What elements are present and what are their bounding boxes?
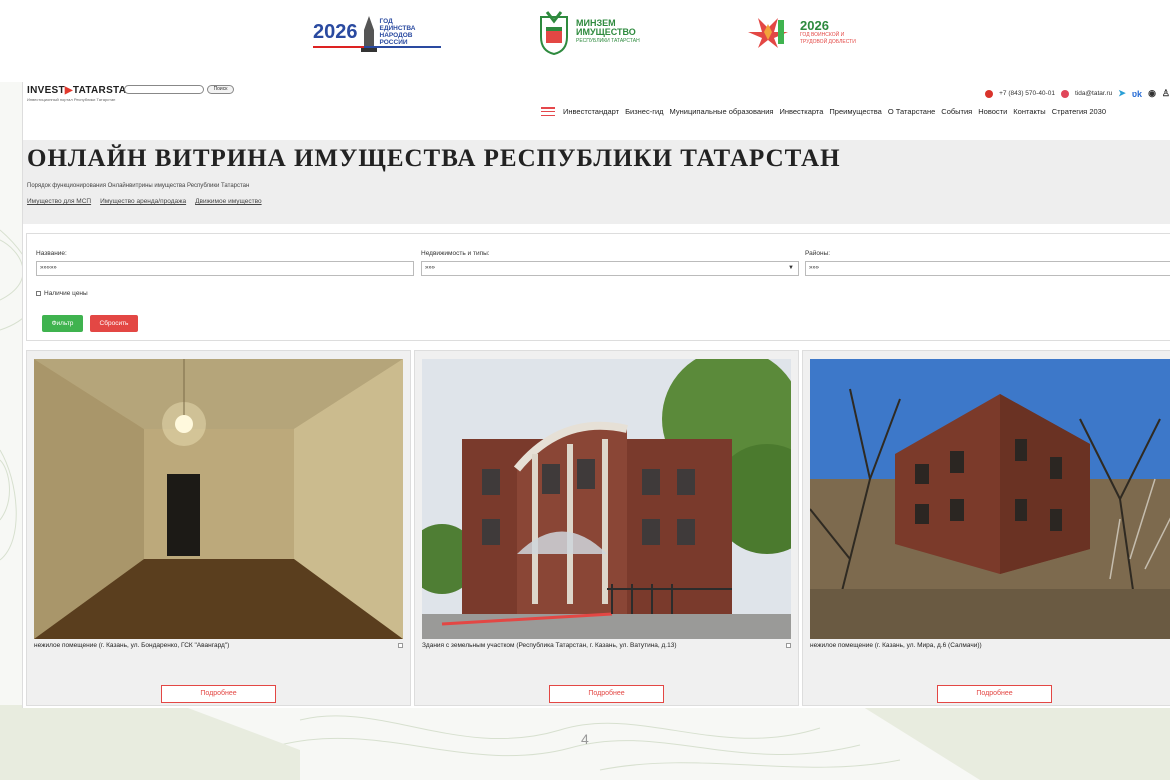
compare-checkbox[interactable] [786, 643, 791, 648]
tab-movable-property[interactable]: Движимое имущество [195, 198, 262, 205]
accessibility-eye-icon[interactable]: ◉ [1148, 88, 1156, 99]
email-icon [1060, 89, 1069, 98]
telegram-icon[interactable]: ➤ [1118, 88, 1126, 99]
nav-item[interactable]: Стратегия 2030 [1052, 107, 1106, 116]
nav-item[interactable]: Инвесткарта [779, 107, 823, 116]
phone-icon [985, 89, 994, 98]
nav-item[interactable]: О Татарстане [888, 107, 935, 116]
ministry-logo: МИНЗЕМ ИМУЩЕСТВО РЕСПУБЛИКИ ТАТАРСТАН [538, 4, 658, 60]
details-button[interactable]: Подробнее [161, 685, 276, 703]
filter-button[interactable]: Фильтр [42, 315, 83, 332]
type-label: Недвижимость и типы: [421, 250, 490, 257]
page-title: ОНЛАЙН ВИТРИНА ИМУЩЕСТВА РЕСПУБЛИКИ ТАТА… [27, 145, 841, 172]
nav-item[interactable]: Бизнес-гид [625, 107, 663, 116]
name-label: Название: [36, 250, 67, 257]
flag-stripe [313, 46, 441, 48]
slide-page-number: 4 [581, 731, 589, 747]
nav-item[interactable]: Преимущества [829, 107, 881, 116]
property-card: нежилое помещение (г. Казань, ул. Мира, … [802, 350, 1170, 706]
star-emblem-icon [748, 18, 788, 48]
procedure-link[interactable]: Порядок функционирования Онлайнвитрины и… [27, 183, 249, 189]
nav-item[interactable]: Инвестстандарт [563, 107, 619, 116]
year-of-unity-logo: 2026 ГОД ЕДИНСТВА НАРОДОВ РОССИИ [313, 4, 443, 60]
nav-item[interactable]: События [941, 107, 972, 116]
type-select[interactable]: »»» ▼ [421, 261, 799, 276]
price-checkbox[interactable]: Наличие цены [36, 290, 88, 297]
main-nav: Инвестстандарт Бизнес-гид Муниципальные … [541, 107, 1106, 116]
category-tabs: Имущество для МСП Имущество аренда/прода… [27, 198, 262, 205]
tab-rent-sale[interactable]: Имущество аренда/продажа [100, 198, 186, 205]
user-icon[interactable]: ♙ [1162, 88, 1170, 99]
search-button[interactable]: Поиск [207, 85, 234, 94]
nav-item[interactable]: Муниципальные образования [670, 107, 774, 116]
ministry-emblem-icon [540, 11, 568, 55]
property-photo-brick-building[interactable] [422, 359, 791, 639]
filter-panel: Название: »»»»» Недвижимость и типы: »»»… [26, 233, 1170, 341]
property-caption: нежилое помещение (г. Казань, ул. Бондар… [34, 642, 230, 649]
site-logo[interactable]: INVEST▶TATARSTAN [27, 85, 134, 96]
property-photo-ruined-house[interactable] [810, 359, 1170, 639]
reset-button[interactable]: Сбросить [90, 315, 138, 332]
nav-item[interactable]: Контакты [1013, 107, 1045, 116]
nav-item[interactable]: Новости [978, 107, 1007, 116]
district-select[interactable]: »»» [805, 261, 1170, 276]
logo-band: 2026 ГОД ЕДИНСТВА НАРОДОВ РОССИИ МИНЗЕМ … [0, 0, 1170, 82]
vk-icon[interactable]: ʋk [1132, 89, 1142, 99]
chevron-down-icon: ▼ [788, 265, 794, 271]
details-button[interactable]: Подробнее [549, 685, 664, 703]
website-screenshot: INVEST▶TATARSTAN Инвестиционный портал Р… [22, 82, 1170, 708]
email-link[interactable]: tida@tatar.ru [1075, 90, 1112, 97]
search-input[interactable] [124, 85, 204, 94]
details-button[interactable]: Подробнее [937, 685, 1052, 703]
property-card: Здания с земельным участком (Республика … [414, 350, 799, 706]
arrow-icon: ▶ [64, 85, 73, 96]
property-caption: нежилое помещение (г. Казань, ул. Мира, … [810, 642, 982, 649]
site-header: INVEST▶TATARSTAN Инвестиционный портал Р… [27, 85, 1170, 116]
tab-sme-property[interactable]: Имущество для МСП [27, 198, 91, 205]
name-input[interactable]: »»»»» [36, 261, 414, 276]
property-caption: Здания с земельным участком (Республика … [422, 642, 677, 649]
property-card: нежилое помещение (г. Казань, ул. Бондар… [26, 350, 411, 706]
district-label: Районы: [805, 250, 831, 257]
property-photo-basement[interactable] [34, 359, 403, 639]
compare-checkbox[interactable] [398, 643, 403, 648]
page-header: ОНЛАЙН ВИТРИНА ИМУЩЕСТВА РЕСПУБЛИКИ ТАТА… [23, 140, 1170, 224]
phone-number[interactable]: +7 (843) 570-40-01 [999, 90, 1055, 97]
year-of-labor-logo: 2026 ГОД ВОИНСКОЙ И ТРУДОВОЙ ДОБЛЕСТИ [748, 4, 868, 60]
checkbox-icon[interactable] [36, 291, 41, 296]
hamburger-menu-icon[interactable] [541, 107, 555, 116]
contact-bar: +7 (843) 570-40-01 tida@tatar.ru ➤ ʋk ◉ … [985, 88, 1170, 99]
